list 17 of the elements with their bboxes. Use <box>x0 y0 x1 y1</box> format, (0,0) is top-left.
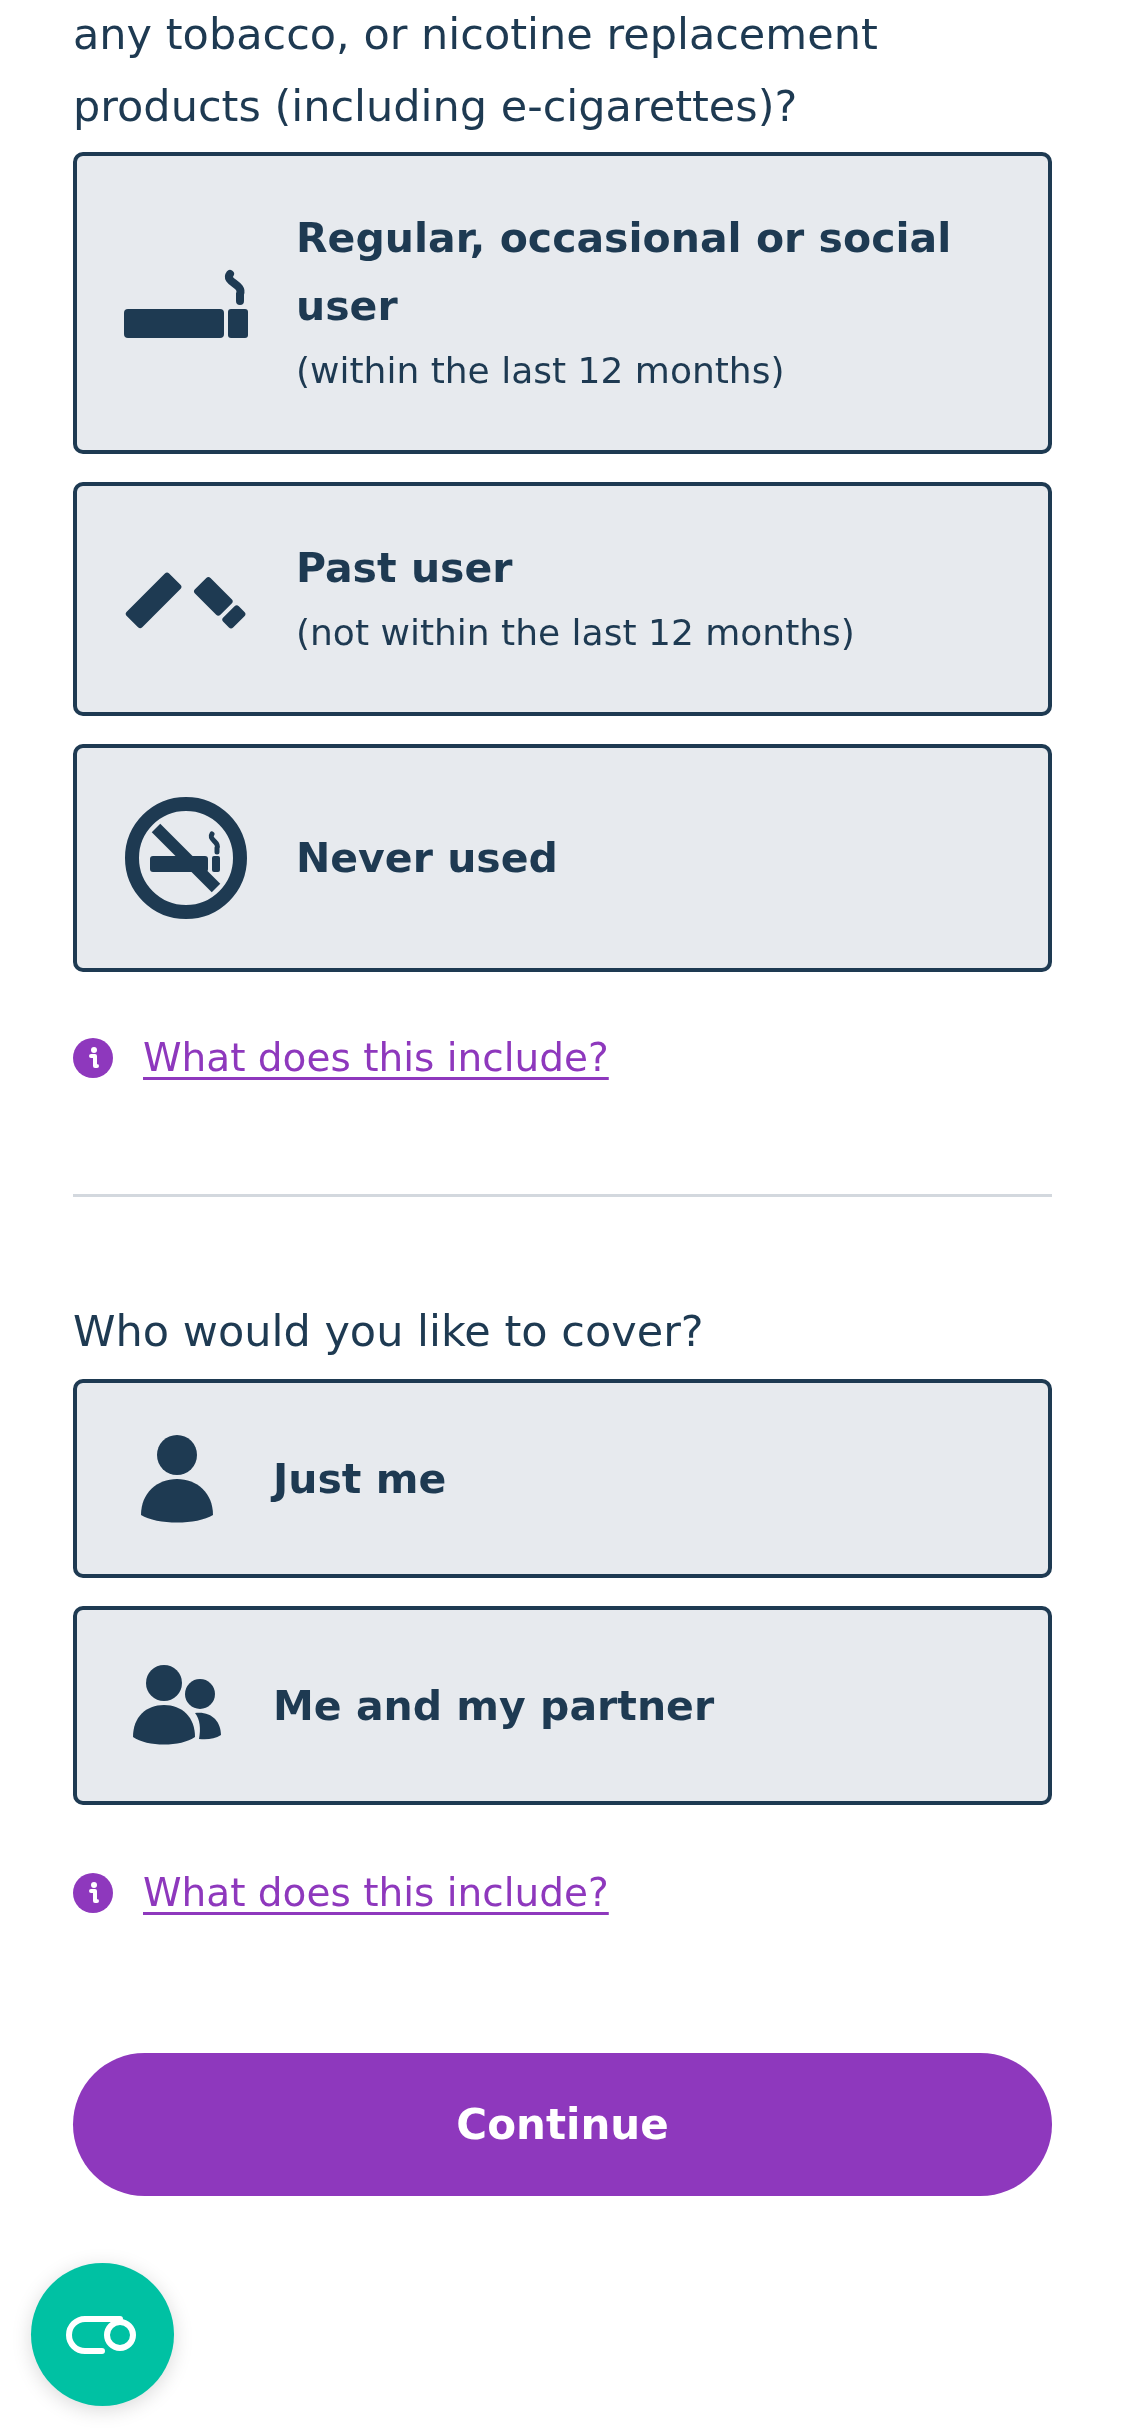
question-text: any tobacco, or nicotine replacement products (including e-cigarettes)? <box>73 8 879 133</box>
two-people-icon <box>133 1664 221 1747</box>
info-link[interactable]: What does this include? <box>143 1867 609 1919</box>
toggle-icon <box>66 2315 139 2354</box>
continue-button[interactable]: Continue <box>73 2053 1052 2196</box>
person-icon <box>141 1434 213 1523</box>
cigarette-icon <box>124 268 248 338</box>
cover-question: Who would you like to cover? <box>73 1305 705 1358</box>
option-card[interactable]: Me and my partner <box>73 1606 1052 1805</box>
info-icon <box>73 1038 113 1078</box>
info-link[interactable]: What does this include? <box>143 1032 609 1084</box>
option-card[interactable]: Never used <box>73 744 1052 972</box>
info-icon <box>73 1873 113 1913</box>
no-smoking-icon <box>124 796 248 920</box>
option-card[interactable]: Regular, occasional or social user (within the last 12 months) <box>73 152 1052 454</box>
option-card[interactable]: Past user (not within the last 12 months) <box>73 482 1052 716</box>
option-card[interactable]: Just me <box>73 1379 1052 1578</box>
